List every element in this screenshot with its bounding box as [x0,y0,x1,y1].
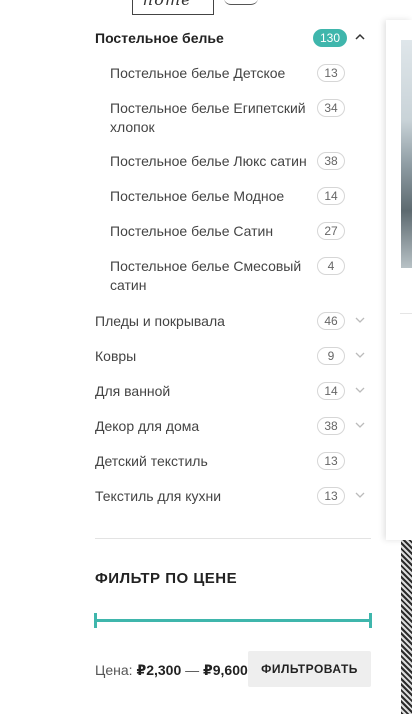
card-divider [400,313,412,314]
subcategory-label: Постельное белье Египетский хлопок [110,100,306,135]
chevron-down-icon[interactable] [354,314,366,326]
chevron-down-icon[interactable] [354,419,366,431]
category-count-badge: 13 [317,64,345,82]
category-count-badge: 130 [313,29,348,47]
chevron-down-icon[interactable] [354,349,366,361]
category-label: Для ванной [95,383,171,399]
chevron-down-icon[interactable] [354,489,366,501]
chevron-down-icon[interactable] [354,384,366,396]
category-count-badge: 13 [317,452,345,470]
price-max-value: ₽9,600 [203,662,248,678]
category-count-badge: 38 [317,152,345,170]
subcategory-label: Постельное белье Сатин [110,223,274,239]
category-label: Текстиль для кухни [95,488,222,504]
filter-button[interactable]: ФИЛЬТРОВАТЬ [248,651,371,687]
subcategory-label: Постельное белье Смесовый сатин [110,258,302,293]
price-min-value: ₽2,300 [136,662,182,678]
site-logo[interactable]: home [132,0,214,15]
category-count-badge: 9 [317,347,345,365]
section-divider [95,538,371,539]
price-filter-title: ФИЛЬТР ПО ЦЕНЕ [95,570,238,587]
category-count-badge: 14 [317,382,345,400]
category-count-badge: 38 [317,417,345,435]
category-label: Декор для дома [95,418,200,434]
category-count-badge: 14 [317,187,345,205]
logo-text: home [143,0,192,9]
category-count-badge: 46 [317,312,345,330]
price-max-handle[interactable] [369,613,372,628]
category-label: Детский текстиль [95,453,208,469]
price-label: Цена: [95,662,133,678]
category-count-badge: 34 [317,99,345,117]
chevron-up-icon[interactable] [354,31,366,43]
category-label: Постельное белье [95,30,224,46]
category-label: Ковры [95,348,137,364]
price-range-text: Цена: ₽2,300 — ₽9,600 [95,662,248,679]
price-separator: — [185,662,200,678]
category-count-badge: 27 [317,222,345,240]
logo-swash [224,0,258,5]
subcategory-label: Постельное белье Модное [110,188,285,204]
product-image[interactable] [401,540,412,714]
category-label: Пледы и покрывала [95,313,225,329]
category-count-badge: 13 [317,487,345,505]
category-count-badge: 4 [317,257,345,275]
price-range-track[interactable] [95,619,371,622]
price-min-handle[interactable] [94,613,97,628]
subcategory-label: Постельное белье Детское [110,65,286,81]
product-image[interactable] [401,40,412,268]
subcategory-label: Постельное белье Люкс сатин [110,153,307,169]
